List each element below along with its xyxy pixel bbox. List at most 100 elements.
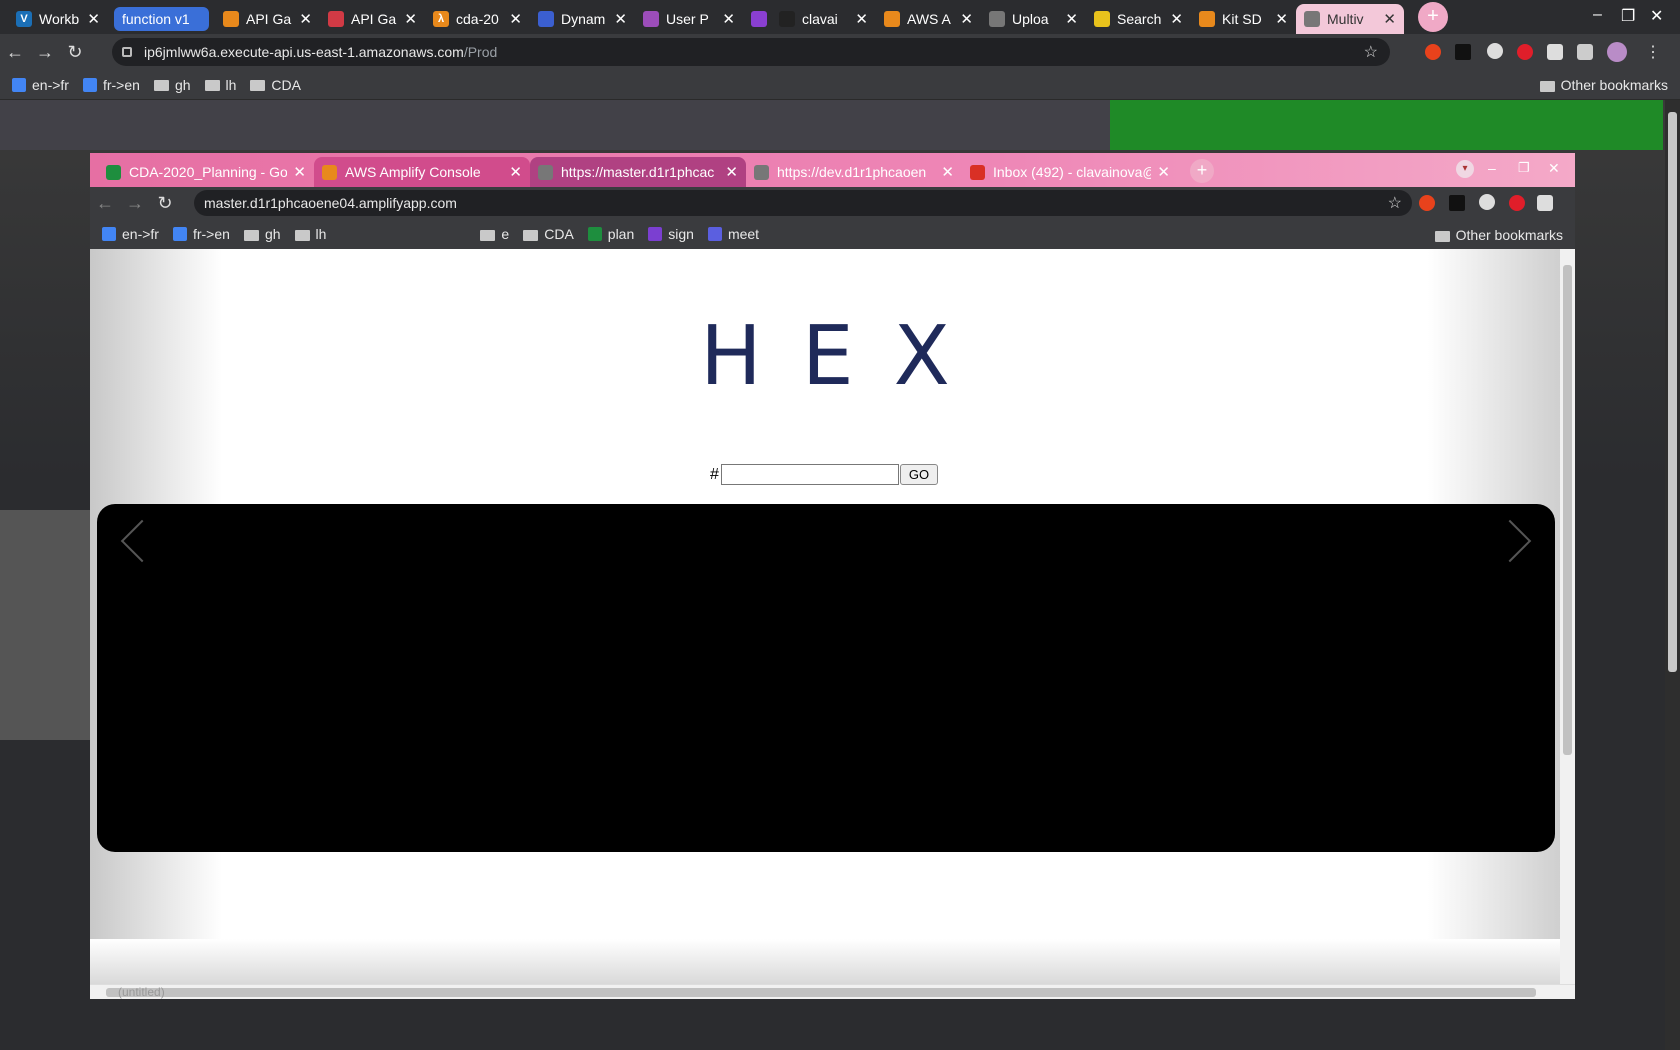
inner-star-icon[interactable]: ☆ [1388, 193, 1402, 213]
inner-tab[interactable]: AWS Amplify Console ✕ [314, 157, 530, 187]
outer-tab[interactable]: API Ga ✕ [215, 4, 320, 34]
tab-favicon-icon [106, 164, 121, 180]
bookmark-item[interactable]: fr->en [82, 77, 140, 93]
inner-bookmark-item[interactable]: gh [243, 226, 281, 242]
outer-scroll-thumb[interactable] [1668, 112, 1677, 672]
outer-tab[interactable]: AWS A ✕ [876, 4, 981, 34]
inner-terminal-icon[interactable] [1449, 195, 1465, 211]
outer-tab[interactable]: Kit SD ✕ [1191, 4, 1296, 34]
tab-favicon-icon [1199, 11, 1215, 27]
outer-tab[interactable]: User P ✕ [635, 4, 743, 34]
tab-close-icon[interactable]: ✕ [509, 10, 522, 28]
tab-close-icon[interactable]: ✕ [509, 163, 522, 181]
other-bookmarks[interactable]: Other bookmarks [1539, 77, 1668, 93]
close-window-icon[interactable]: ✕ [1650, 6, 1663, 26]
tab-close-icon[interactable]: ✕ [725, 163, 738, 181]
inner-new-tab-icon[interactable]: + [1190, 159, 1214, 183]
bookmark-item[interactable]: en->fr [12, 77, 69, 93]
inner-tab[interactable]: Inbox (492) - clavainova@ ✕ [962, 157, 1178, 187]
carousel-prev-icon[interactable] [120, 519, 164, 563]
terminal-extension-icon[interactable] [1455, 44, 1471, 60]
bookmark-item[interactable]: lh [204, 76, 237, 93]
inner-bookmark-item[interactable]: sign [648, 226, 694, 242]
glasses-extension-icon[interactable] [1547, 44, 1563, 60]
inner-bookmark-item[interactable]: lh [294, 226, 326, 242]
extension-alert-icon[interactable] [1425, 44, 1441, 60]
tab-close-icon[interactable]: ✕ [87, 10, 100, 28]
outer-tab[interactable]: Dynam ✕ [530, 4, 635, 34]
hand-extension-icon[interactable] [1517, 44, 1533, 60]
tab-close-icon[interactable]: ✕ [293, 163, 306, 181]
inner-scroll-thumb[interactable] [1563, 265, 1572, 755]
puzzle-icon[interactable] [1577, 44, 1593, 60]
outer-tab[interactable] [743, 4, 771, 34]
tab-close-icon[interactable]: ✕ [1383, 10, 1396, 28]
inner-bookmark-item[interactable]: fr->en [172, 226, 230, 242]
inner-maximize-icon[interactable]: ❐ [1518, 160, 1530, 176]
inner-bookmark-item[interactable]: CDA [523, 226, 574, 242]
bookmark-item[interactable]: gh [153, 77, 191, 93]
inner-tab[interactable]: https://dev.d1r1phcaoen ✕ [746, 157, 962, 187]
bookmark-label: CDA [271, 76, 301, 93]
tab-close-icon[interactable]: ✕ [614, 10, 627, 28]
outer-tab[interactable]: V Workb ✕ [8, 4, 108, 34]
tab-close-icon[interactable]: ✕ [1275, 10, 1288, 28]
outer-tab[interactable]: λ cda-20 ✕ [425, 4, 530, 34]
carousel-next-icon[interactable] [1488, 519, 1532, 563]
inner-forward-icon[interactable]: → [120, 193, 150, 214]
avatar[interactable] [1607, 42, 1627, 62]
outer-tab[interactable]: API Ga ✕ [320, 4, 425, 34]
bookmark-label: lh [225, 76, 237, 93]
tab-favicon-icon [538, 11, 554, 27]
tab-close-icon[interactable]: ✕ [1157, 163, 1170, 181]
inner-hscroll-thumb[interactable] [106, 988, 1536, 997]
outer-tab[interactable]: Search ✕ [1086, 4, 1191, 34]
menu-icon[interactable]: ⋮ [1645, 42, 1661, 62]
maximize-icon[interactable]: ❐ [1621, 6, 1635, 26]
bookmark-item[interactable]: CDA [250, 77, 301, 93]
bookmark-icon [102, 227, 116, 241]
tab-close-icon[interactable]: ✕ [941, 163, 954, 181]
inner-hand-icon[interactable] [1509, 195, 1525, 211]
outer-tab[interactable]: Uploa ✕ [981, 4, 1086, 34]
inner-bookmark-item[interactable]: plan [587, 226, 634, 242]
inner-bookmark-item[interactable]: meet [707, 226, 759, 242]
back-icon[interactable]: ← [0, 42, 30, 63]
tab-close-icon[interactable]: ✕ [722, 10, 735, 28]
inner-back-icon[interactable]: ← [90, 193, 120, 214]
tab-close-icon[interactable]: ✕ [960, 10, 973, 28]
inner-reload-icon[interactable]: ↻ [150, 193, 180, 214]
inner-address-bar[interactable]: master.d1r1phcaoene04.amplifyapp.com ☆ [194, 190, 1412, 216]
outer-browser: V Workb ✕ function v1 API Ga ✕ API Ga ✕ λ cda-20 ✕… [0, 0, 1680, 1050]
tab-favicon-icon [751, 11, 767, 27]
inner-minimize-icon[interactable]: – [1488, 160, 1496, 176]
reload-icon[interactable]: ↻ [60, 42, 90, 63]
outer-tab[interactable]: Multiv ✕ [1296, 4, 1404, 34]
address-bar[interactable]: ip6jmlww6a.execute-api.us-east-1.amazona… [112, 38, 1390, 66]
tab-close-icon[interactable]: ✕ [404, 10, 417, 28]
inner-other-bookmarks[interactable]: Other bookmarks [1434, 227, 1563, 243]
tab-search-icon[interactable]: ▾ [1456, 160, 1474, 178]
inner-bookmark-item[interactable]: e [480, 226, 509, 242]
inner-horizontal-scrollbar[interactable]: (untitled) [90, 984, 1575, 999]
tab-close-icon[interactable]: ✕ [1065, 10, 1078, 28]
outer-tab[interactable]: clavai ✕ [771, 4, 876, 34]
gear-extension-icon[interactable] [1487, 43, 1503, 59]
new-tab-icon[interactable]: + [1418, 2, 1448, 32]
inner-tab[interactable]: https://master.d1r1phcac ✕ [530, 157, 746, 187]
inner-gear-icon[interactable] [1479, 194, 1495, 210]
tab-close-icon[interactable]: ✕ [1170, 10, 1183, 28]
inner-tab[interactable]: CDA-2020_Planning - Goo ✕ [98, 157, 314, 187]
tab-close-icon[interactable]: ✕ [299, 10, 312, 28]
tab-close-icon[interactable]: ✕ [855, 10, 868, 28]
inner-extension-alert-icon[interactable] [1419, 195, 1435, 211]
minimize-icon[interactable]: – [1593, 6, 1602, 24]
star-icon[interactable]: ☆ [1364, 42, 1378, 62]
inner-close-icon[interactable]: ✕ [1548, 160, 1560, 177]
outer-tab[interactable]: function v1 [114, 7, 209, 31]
go-button[interactable]: GO [899, 464, 939, 485]
hex-input[interactable] [720, 464, 899, 485]
forward-icon[interactable]: → [30, 42, 60, 63]
inner-bookmark-item[interactable]: en->fr [102, 226, 159, 242]
inner-glasses-icon[interactable] [1537, 195, 1553, 211]
